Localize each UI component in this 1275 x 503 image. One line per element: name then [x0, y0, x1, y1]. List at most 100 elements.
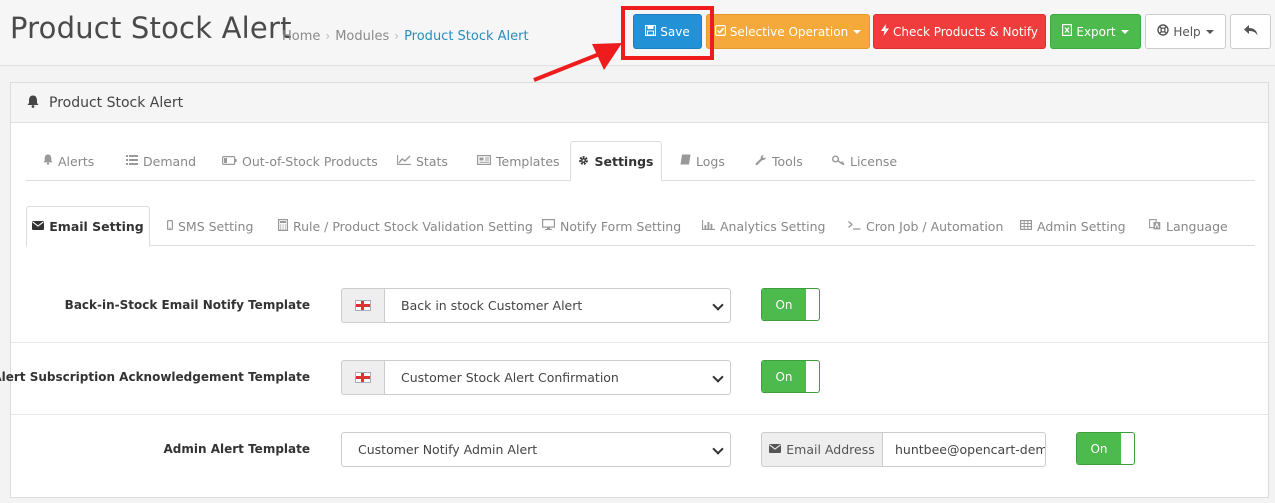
select-value: Back in stock Customer Alert	[401, 298, 583, 313]
caret-down-icon	[1205, 29, 1214, 34]
tab-admin-setting-label: Admin Setting	[1037, 218, 1126, 234]
save-highlight-box	[621, 6, 714, 60]
back-in-stock-template-select[interactable]: Back in stock Customer Alert	[384, 288, 731, 323]
tab-demand[interactable]: Demand	[126, 141, 196, 181]
book-icon	[680, 154, 691, 168]
tab-analytics-setting[interactable]: Analytics Setting	[701, 206, 826, 246]
tab-out-of-stock-label: Out-of-Stock Products	[242, 153, 378, 169]
tab-stats-label: Stats	[416, 153, 448, 169]
desktop-icon	[542, 219, 556, 233]
tab-stats[interactable]: Stats	[396, 141, 448, 181]
admin-alert-template-select[interactable]: Customer Notify Admin Alert	[341, 432, 731, 467]
settings-panel: Product Stock Alert Alerts Demand Out-of…	[0, 82, 1269, 498]
flag-addon	[341, 360, 385, 395]
main-tabs: Alerts Demand Out-of-Stock Products Stat…	[26, 141, 1255, 182]
select-value: Customer Notify Admin Alert	[358, 442, 538, 457]
tab-cron-job-label: Cron Job / Automation	[866, 218, 1004, 234]
email-setting-tabs: Email Setting SMS Setting Rule / Product…	[26, 206, 1255, 247]
table-icon	[1020, 219, 1033, 233]
check-products-notify-button[interactable]: Check Products & Notify	[873, 14, 1046, 49]
help-button[interactable]: Help	[1145, 14, 1226, 49]
panel-title: Product Stock Alert	[49, 94, 184, 111]
setting-label: Alert Subscription Acknowledgement Templ…	[0, 370, 310, 384]
uk-flag-icon	[355, 372, 371, 383]
breadcrumb-modules[interactable]: Modules	[335, 29, 389, 44]
calculator-icon	[278, 218, 289, 234]
tab-cron-job[interactable]: Cron Job / Automation	[848, 206, 1003, 246]
tab-sms-setting[interactable]: SMS Setting	[167, 206, 253, 246]
toggle-on-label: On	[762, 361, 806, 392]
select-value: Customer Stock Alert Confirmation	[401, 370, 619, 385]
breadcrumb-home[interactable]: Home	[282, 29, 320, 44]
breadcrumb-separator-icon: ›	[325, 29, 331, 43]
envelope-icon	[32, 220, 45, 233]
back-button[interactable]	[1230, 14, 1271, 49]
tab-logs-label: Logs	[696, 153, 725, 169]
tab-alerts-label: Alerts	[58, 153, 95, 169]
bar-chart-icon	[701, 219, 715, 233]
caret-down-icon	[853, 29, 862, 34]
tab-logs[interactable]: Logs	[680, 141, 725, 181]
tab-admin-setting[interactable]: Admin Setting	[1020, 206, 1126, 246]
tab-rule-validation-label: Rule / Product Stock Validation Setting	[293, 218, 533, 234]
flag-addon	[341, 288, 385, 323]
breadcrumb-current[interactable]: Product Stock Alert	[404, 29, 529, 44]
line-chart-icon	[396, 154, 411, 168]
tab-license[interactable]: License	[832, 141, 897, 181]
tab-settings[interactable]: Settings	[570, 141, 662, 182]
tab-tools-label: Tools	[772, 153, 803, 169]
tab-rule-validation-setting[interactable]: Rule / Product Stock Validation Setting	[278, 206, 533, 246]
chevron-down-icon	[712, 443, 724, 455]
tab-language-label: Language	[1166, 218, 1228, 234]
uk-flag-icon	[355, 300, 371, 311]
tab-analytics-label: Analytics Setting	[720, 218, 826, 234]
annotation-arrow-icon	[533, 43, 622, 82]
tab-out-of-stock[interactable]: Out-of-Stock Products	[222, 141, 378, 181]
selective-operation-button[interactable]: Selective Operation	[706, 14, 870, 49]
file-excel-icon	[1062, 24, 1073, 39]
envelope-icon	[769, 443, 782, 456]
selective-operation-label: Selective Operation	[729, 24, 849, 39]
tab-email-setting-label: Email Setting	[49, 219, 144, 234]
email-settings-form: Back-in-Stock Email Notify Template Back…	[0, 271, 1268, 487]
tab-tools[interactable]: Tools	[755, 141, 803, 181]
breadcrumb-separator-icon: ›	[394, 29, 400, 43]
acknowledgement-toggle[interactable]: On	[761, 360, 820, 393]
export-label: Export	[1076, 24, 1116, 39]
back-in-stock-toggle[interactable]: On	[761, 288, 820, 321]
email-address-addon: Email Address	[761, 432, 883, 467]
admin-email-input[interactable]: huntbee@opencart-dem	[882, 432, 1046, 467]
email-address-label: Email Address	[786, 442, 875, 457]
breadcrumb: Home › Modules › Product Stock Alert	[282, 29, 529, 44]
admin-alert-toggle[interactable]: On	[1076, 432, 1135, 465]
bell-icon	[43, 154, 53, 168]
setting-label: Admin Alert Template	[163, 442, 311, 456]
battery-empty-icon	[222, 155, 237, 168]
tab-sms-setting-label: SMS Setting	[178, 218, 254, 234]
cog-icon	[578, 155, 589, 169]
chevron-down-icon	[712, 371, 724, 383]
tab-notify-form-label: Notify Form Setting	[560, 218, 682, 234]
tab-templates[interactable]: Templates	[477, 141, 560, 181]
list-icon	[126, 154, 138, 168]
tab-notify-form-setting[interactable]: Notify Form Setting	[542, 206, 681, 246]
export-button[interactable]: Export	[1050, 14, 1141, 49]
tab-alerts[interactable]: Alerts	[43, 141, 94, 181]
check-square-icon	[714, 24, 726, 39]
wrench-icon	[755, 154, 767, 169]
check-products-notify-label: Check Products & Notify	[892, 24, 1038, 39]
newspaper-icon	[477, 154, 492, 168]
toggle-on-label: On	[762, 289, 806, 320]
bolt-icon	[880, 24, 889, 39]
key-icon	[832, 155, 845, 168]
tab-email-setting[interactable]: Email Setting	[26, 206, 150, 247]
mobile-icon	[167, 219, 174, 233]
panel-heading: Product Stock Alert	[11, 83, 1268, 123]
tab-language[interactable]: Language	[1149, 206, 1228, 246]
reply-arrow-icon	[1243, 24, 1258, 39]
acknowledgement-template-select[interactable]: Customer Stock Alert Confirmation	[384, 360, 731, 395]
tab-license-label: License	[850, 153, 898, 169]
bell-icon	[27, 95, 39, 111]
language-icon	[1149, 219, 1161, 233]
setting-row: Admin Alert Template Customer Notify Adm…	[11, 415, 1268, 487]
